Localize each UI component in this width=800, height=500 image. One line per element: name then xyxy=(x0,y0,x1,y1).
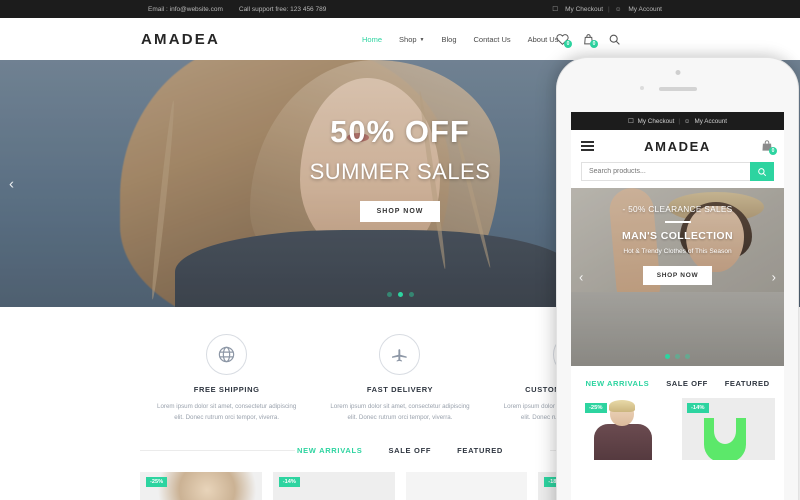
page-root: Email : info@website.com Call support fr… xyxy=(0,0,800,500)
tab-featured[interactable]: FEATURED xyxy=(455,445,506,455)
mobile-site-logo[interactable]: AMADEA xyxy=(571,139,784,154)
topbar-account-group: ☐ My Checkout | ☺ My Account xyxy=(552,5,662,14)
product-discount-badge: -25% xyxy=(146,476,168,487)
search-icon[interactable] xyxy=(608,33,621,46)
nav-item-shop[interactable]: Shop ▼ xyxy=(399,35,424,44)
feature-description: Lorem ipsum dolor sit amet, consectetur … xyxy=(330,403,470,422)
site-logo[interactable]: AMADEA xyxy=(141,31,220,48)
mobile-topbar-separator: | xyxy=(678,117,681,125)
mobile-screen: ☐ My Checkout | ☺ My Account AMADEA 0 Se… xyxy=(571,112,784,500)
mobile-hero-dots xyxy=(571,354,784,359)
mobile-hero-dot-2[interactable] xyxy=(675,354,680,359)
front-camera xyxy=(640,86,644,90)
mobile-product-card[interactable]: -25% xyxy=(580,398,673,460)
mobile-search-bar xyxy=(571,162,784,188)
mobile-product-discount-badge: -25% xyxy=(585,403,607,413)
topbar-separator: | xyxy=(608,5,610,13)
nav-item-blog[interactable]: Blog xyxy=(442,35,457,44)
topbar-email: Email : info@website.com xyxy=(148,5,223,13)
feature-description: Lorem ipsum dolor sit amet, consectetur … xyxy=(157,403,297,422)
chevron-down-icon: ▼ xyxy=(419,36,425,43)
cart-bag-icon[interactable]: 0 xyxy=(582,33,598,48)
topbar-contact-group: Email : info@website.com Call support fr… xyxy=(148,6,326,13)
mobile-hero-dot-1[interactable] xyxy=(665,354,670,359)
mobile-product-card[interactable]: -14% xyxy=(682,398,775,460)
nav-icon-group: 0 0 xyxy=(556,33,621,48)
globe-icon xyxy=(206,334,248,375)
hero-dot-3[interactable] xyxy=(408,292,414,297)
mobile-hero-shop-now-button[interactable]: SHOP NOW xyxy=(642,266,713,285)
mobile-account-link[interactable]: My Account xyxy=(694,118,727,125)
nav-item-about-us[interactable]: About Us xyxy=(528,35,559,44)
cart-count-badge: 0 xyxy=(590,39,598,48)
mobile-checkout-link[interactable]: My Checkout xyxy=(638,118,675,125)
mobile-hero-kicker: - 50% CLEARANCE SALES xyxy=(622,204,733,214)
feature-title: FAST DELIVERY xyxy=(366,385,434,394)
topbar-account-link[interactable]: My Account xyxy=(628,6,662,13)
nav-item-contact-us[interactable]: Contact Us xyxy=(474,35,511,44)
earpiece-speaker xyxy=(658,87,697,91)
mobile-user-icon: ☺ xyxy=(684,117,691,125)
mobile-top-utility-bar: ☐ My Checkout | ☺ My Account xyxy=(571,112,784,130)
mobile-device-mockup: ☐ My Checkout | ☺ My Account AMADEA 0 Se… xyxy=(556,57,799,500)
primary-nav: Home Shop ▼ Blog Contact Us About Us xyxy=(362,35,558,44)
tab-sale-off[interactable]: SALE OFF xyxy=(386,445,434,455)
checkout-icon: ☐ xyxy=(552,6,559,13)
mobile-hero-divider xyxy=(664,221,691,223)
mobile-product-discount-badge: -14% xyxy=(687,403,709,413)
hero-dot-1[interactable] xyxy=(386,292,392,297)
topbar-support: Call support free: 123 456 789 xyxy=(238,5,327,13)
feature-fast-delivery: FAST DELIVERY Lorem ipsum dolor sit amet… xyxy=(313,334,486,424)
nav-item-shop-label: Shop xyxy=(399,34,417,44)
product-discount-badge: -14% xyxy=(278,476,300,487)
product-card[interactable] xyxy=(405,471,528,500)
mobile-tab-featured[interactable]: FEATURED xyxy=(725,379,770,388)
mobile-tab-new-arrivals[interactable]: NEW ARRIVALS xyxy=(585,379,649,388)
plane-icon xyxy=(379,334,421,375)
main-navigation-bar: AMADEA Home Shop ▼ Blog Contact Us About … xyxy=(0,18,800,60)
mobile-cart-count-badge: 0 xyxy=(769,147,777,155)
mobile-product-grid: -25% -14% xyxy=(571,398,784,460)
hero-shop-now-button[interactable]: SHOP NOW xyxy=(359,201,441,222)
product-card[interactable]: -25% xyxy=(140,471,262,500)
topbar-checkout-link[interactable]: My Checkout xyxy=(565,6,603,13)
mobile-cart-icon[interactable]: 0 xyxy=(760,139,777,155)
mobile-hero-next-arrow[interactable]: › xyxy=(772,270,776,285)
mobile-hero-prev-arrow[interactable]: ‹ xyxy=(579,270,583,285)
mobile-search-input[interactable] xyxy=(581,162,750,181)
wishlist-count-badge: 0 xyxy=(564,39,572,48)
wishlist-heart-icon[interactable]: 0 xyxy=(556,33,572,48)
mobile-hero-title: MAN'S COLLECTION xyxy=(622,230,733,242)
product-image xyxy=(405,471,528,500)
mobile-tab-sale-off[interactable]: SALE OFF xyxy=(666,379,708,388)
top-utility-bar: Email : info@website.com Call support fr… xyxy=(0,0,800,18)
mobile-hero-dot-3[interactable] xyxy=(685,354,690,359)
mobile-header: AMADEA 0 xyxy=(571,130,784,162)
product-card[interactable]: -14% xyxy=(272,471,395,500)
mobile-hero-tagline: Hot & Trendy Clothes of This Season xyxy=(623,248,732,255)
hero-dot-2[interactable] xyxy=(397,292,403,297)
mobile-hero-slider: - 50% CLEARANCE SALES MAN'S COLLECTION H… xyxy=(571,188,784,366)
proximity-sensor xyxy=(675,70,680,75)
feature-free-shipping: FREE SHIPPING Lorem ipsum dolor sit amet… xyxy=(140,334,313,424)
nav-item-home[interactable]: Home xyxy=(362,35,382,44)
mobile-hero-content: - 50% CLEARANCE SALES MAN'S COLLECTION H… xyxy=(571,204,784,285)
mobile-checkout-icon: ☐ xyxy=(627,117,634,125)
hero-prev-arrow[interactable]: ‹ xyxy=(9,175,14,192)
mobile-search-button[interactable] xyxy=(750,162,774,181)
mobile-product-tabs: NEW ARRIVALS SALE OFF FEATURED xyxy=(571,366,784,398)
user-icon: ☺ xyxy=(614,5,622,13)
feature-title: FREE SHIPPING xyxy=(193,385,260,394)
tab-new-arrivals[interactable]: NEW ARRIVALS xyxy=(294,445,365,455)
